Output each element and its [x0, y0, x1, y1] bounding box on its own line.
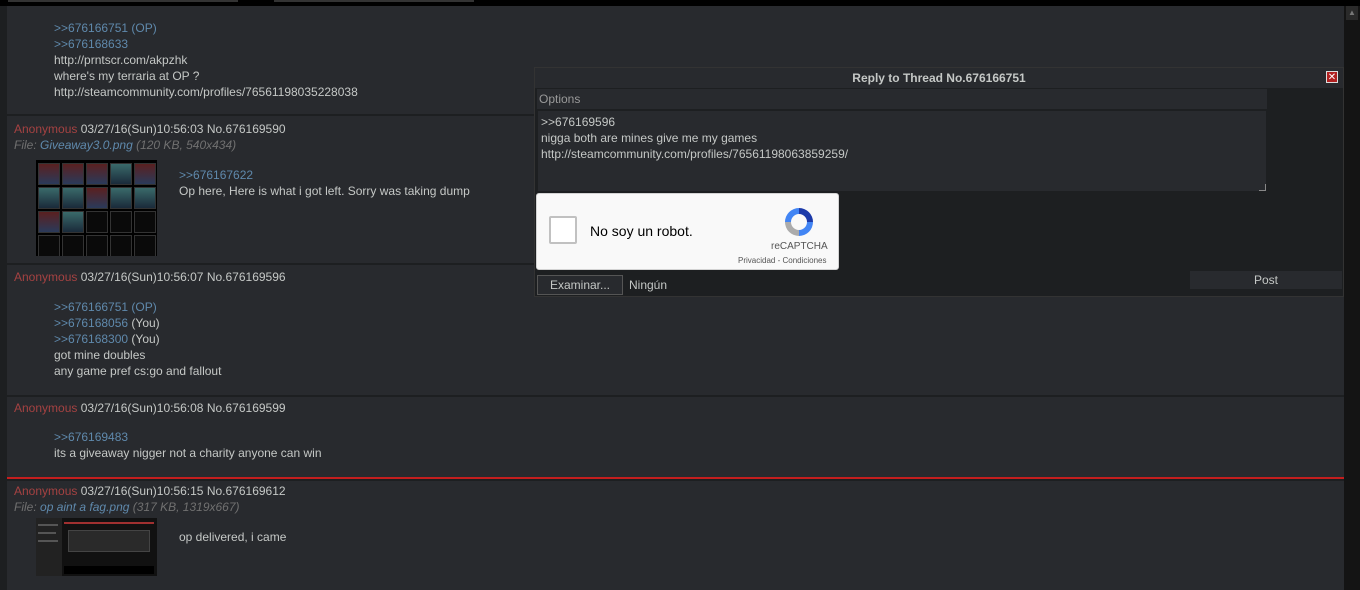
file-thumbnail[interactable] — [36, 518, 157, 576]
message-line: got mine doubles — [54, 348, 146, 362]
message-line: where's my terraria at OP ? — [54, 69, 200, 83]
post-info: Anonymous 03/27/16(Sun)10:56:08 No.67616… — [14, 401, 286, 415]
recaptcha-brand: reCAPTCHA — [771, 241, 828, 252]
file-prefix: File: — [14, 138, 41, 152]
quote-link[interactable]: >>676168300 — [54, 332, 128, 346]
file-status-label: Ningún archivo seleccionado. — [629, 278, 667, 292]
quote-link[interactable]: >>676167622 — [179, 167, 470, 183]
post-info: Anonymous 03/27/16(Sun)10:56:15 No.67616… — [14, 484, 286, 498]
message-line: http://prntscr.com/akpzhk — [54, 53, 188, 67]
quote-link[interactable]: >>676168056 — [54, 316, 128, 330]
post-reply-highlighted: Anonymous 03/27/16(Sun)10:56:08 No.67616… — [7, 397, 1344, 479]
file-link[interactable]: op aint a fag.png — [40, 500, 129, 514]
close-icon[interactable]: ✕ — [1326, 71, 1338, 83]
post-date: 03/27/16(Sun)10:56:08 — [80, 401, 204, 415]
thumbnail-image — [36, 518, 157, 576]
post-number[interactable]: No.676169599 — [207, 401, 286, 415]
scrollbar-track[interactable] — [1344, 6, 1360, 590]
post-number[interactable]: No.676169590 — [207, 122, 286, 136]
post-submit-button[interactable]: Post — [1190, 271, 1342, 289]
post-info: Anonymous 03/27/16(Sun)10:56:07 No.67616… — [14, 270, 286, 284]
you-marker: (You) — [128, 332, 160, 346]
thumbnail-image — [38, 163, 156, 256]
browse-file-button[interactable]: Examinar... — [537, 275, 623, 295]
post-date: 03/27/16(Sun)10:56:03 — [80, 122, 204, 136]
poster-name: Anonymous — [14, 401, 78, 415]
textarea-resize-handle[interactable] — [1259, 184, 1266, 191]
poster-name: Anonymous — [14, 122, 78, 136]
message-line: http://steamcommunity.com/profiles/76561… — [54, 85, 358, 99]
quick-reply-window: Reply to Thread No.676166751 ✕ Options >… — [534, 67, 1344, 297]
post-message: >>676166751 (OP) >>676168633 http://prnt… — [54, 20, 358, 100]
file-thumbnail[interactable] — [36, 160, 157, 256]
file-meta: (120 KB, 540x434) — [132, 138, 237, 152]
post-date: 03/27/16(Sun)10:56:07 — [80, 270, 204, 284]
post-info: Anonymous 03/27/16(Sun)10:56:03 No.67616… — [14, 122, 286, 136]
recaptcha-checkbox[interactable] — [549, 216, 577, 244]
poster-name: Anonymous — [14, 484, 78, 498]
file-info: File: op aint a fag.png (317 KB, 1319x66… — [14, 500, 240, 514]
file-info: File: Giveaway3.0.png (120 KB, 540x434) — [14, 138, 236, 152]
you-marker: (You) — [128, 316, 160, 330]
file-link[interactable]: Giveaway3.0.png — [40, 138, 133, 152]
quote-link[interactable]: >>676166751 (OP) — [54, 20, 358, 36]
recaptcha-widget: No soy un robot. reCAPTCHA Privacidad - … — [536, 193, 839, 270]
post-reply: Anonymous 03/27/16(Sun)10:56:15 No.67616… — [7, 481, 1344, 590]
message-line: any game pref cs:go and fallout — [54, 364, 222, 378]
file-meta: (317 KB, 1319x667) — [129, 500, 240, 514]
post-number[interactable]: No.676169596 — [207, 270, 286, 284]
top-nav-segment — [274, 0, 474, 2]
recaptcha-label: No soy un robot. — [590, 223, 693, 239]
post-date: 03/27/16(Sun)10:56:15 — [80, 484, 204, 498]
post-number[interactable]: No.676169612 — [207, 484, 286, 498]
recaptcha-links[interactable]: Privacidad - Condiciones — [738, 256, 827, 265]
post-message: >>676169483 its a giveaway nigger not a … — [54, 429, 322, 461]
top-nav-segment — [8, 0, 238, 2]
file-prefix: File: — [14, 500, 41, 514]
recaptcha-logo-icon — [785, 208, 813, 236]
message-line: Op here, Here is what i got left. Sorry … — [179, 184, 470, 198]
options-field[interactable]: Options — [537, 89, 1267, 109]
scroll-up-arrow-icon[interactable]: ▲ — [1346, 6, 1358, 20]
quote-link[interactable]: >>676169483 — [54, 429, 322, 445]
poster-name: Anonymous — [14, 270, 78, 284]
comment-textarea[interactable]: >>676169596 nigga both are mines give me… — [537, 110, 1267, 192]
post-message: >>676167622 Op here, Here is what i got … — [179, 167, 470, 199]
message-line: its a giveaway nigger not a charity anyo… — [54, 446, 322, 460]
quote-link[interactable]: >>676168633 — [54, 36, 358, 52]
quote-link[interactable]: >>676166751 (OP) — [54, 299, 221, 315]
message-line: op delivered, i came — [179, 530, 287, 544]
quick-reply-title[interactable]: Reply to Thread No.676166751 — [535, 68, 1343, 88]
post-message: op delivered, i came — [179, 529, 286, 545]
post-message: >>676166751 (OP) >>676168056 (You) >>676… — [54, 299, 221, 379]
